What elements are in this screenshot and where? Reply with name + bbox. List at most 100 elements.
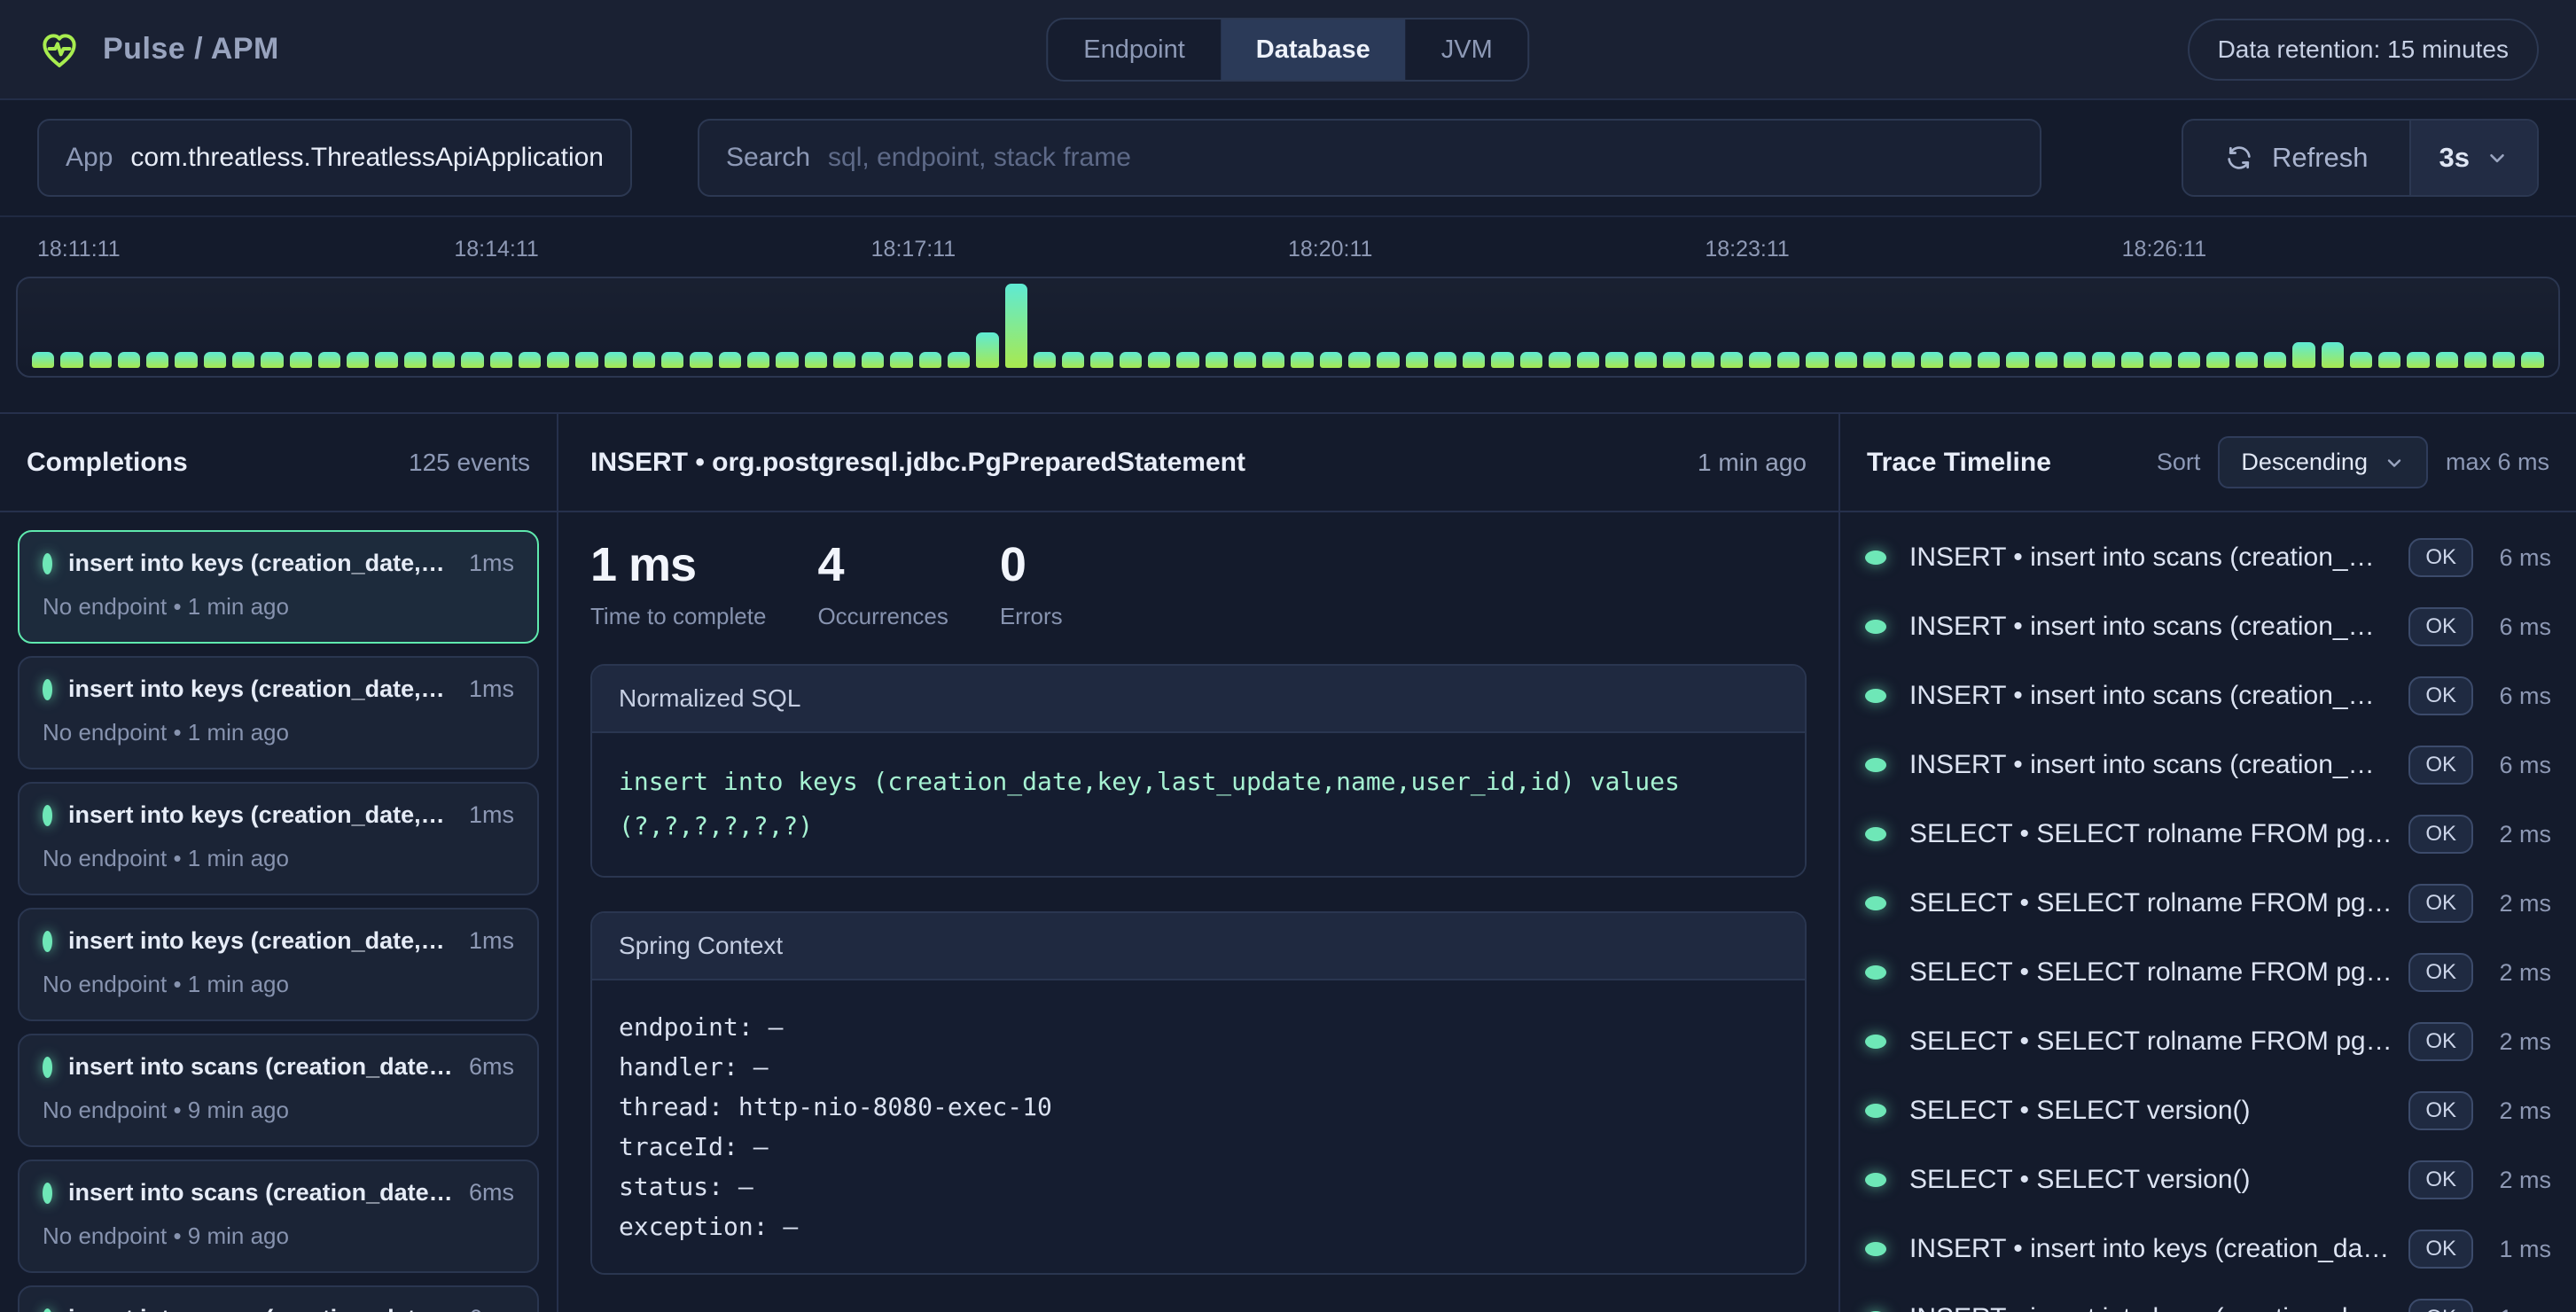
stat-value: 0: [1000, 537, 1063, 592]
trace-row[interactable]: INSERT • insert into keys (creation_da… …: [1865, 1284, 2551, 1312]
tab[interactable]: Endpoint: [1048, 20, 1221, 80]
context-line: status: –: [619, 1167, 1778, 1207]
trace-row[interactable]: SELECT • SELECT rolname FROM pg_r… OK 2 …: [1865, 869, 2551, 938]
trace-row[interactable]: SELECT • SELECT rolname FROM pg_r… OK 2 …: [1865, 800, 2551, 869]
completion-card[interactable]: insert into keys (creation_date,key,l… 1…: [18, 782, 539, 895]
trace-row[interactable]: INSERT • insert into scans (creation_… O…: [1865, 730, 2551, 800]
completion-card[interactable]: insert into scans (creation_date,en… 6ms…: [18, 1285, 539, 1312]
completion-card[interactable]: insert into keys (creation_date,key,l… 1…: [18, 530, 539, 644]
completion-card-top: insert into keys (creation_date,key,l… 1…: [43, 927, 514, 955]
tab[interactable]: Database: [1221, 20, 1406, 80]
trace-row[interactable]: SELECT • SELECT rolname FROM pg_r… OK 2 …: [1865, 1007, 2551, 1076]
trace-duration: 6 ms: [2473, 752, 2551, 779]
completion-meta: No endpoint • 1 min ago: [43, 845, 514, 872]
trace-duration: 6 ms: [2473, 613, 2551, 641]
trace-label: INSERT • insert into scans (creation_…: [1909, 543, 2396, 573]
stat-block: 1 ms Time to complete: [590, 537, 766, 630]
sort-label: Sort: [2157, 449, 2201, 476]
completion-query: insert into keys (creation_date,key,l…: [68, 550, 453, 577]
stat-block: 0 Errors: [1000, 537, 1063, 630]
completions-header: Completions 125 events: [0, 414, 557, 512]
status-badge: OK: [2408, 815, 2473, 854]
completion-card-top: insert into keys (creation_date,key,l… 1…: [43, 676, 514, 703]
completion-duration: 1ms: [469, 927, 514, 955]
timeline-bar: [347, 352, 369, 368]
status-badge: OK: [2408, 1091, 2473, 1130]
trace-dot-icon: [1865, 1104, 1886, 1118]
status-badge: OK: [2408, 1022, 2473, 1061]
context-line: exception: –: [619, 1207, 1778, 1246]
timeline-bar: [919, 352, 941, 368]
detail-time-ago: 1 min ago: [1671, 449, 1807, 477]
trace-row[interactable]: INSERT • insert into scans (creation_… O…: [1865, 523, 2551, 592]
trace-row[interactable]: INSERT • insert into scans (creation_… O…: [1865, 592, 2551, 661]
trace-duration: 2 ms: [2473, 821, 2551, 848]
trace-dot-icon: [1865, 1173, 1886, 1187]
completion-query: insert into keys (creation_date,key,l…: [68, 801, 453, 829]
status-badge: OK: [2408, 953, 2473, 992]
spring-context-body: endpoint: – handler: – thread: http-nio-…: [592, 980, 1805, 1273]
timeline-bar: [1978, 352, 2000, 368]
refresh-interval-dropdown[interactable]: 3s: [2411, 121, 2537, 195]
trace-label: SELECT • SELECT rolname FROM pg_r…: [1909, 888, 2396, 918]
timeline-bar: [1949, 352, 1971, 368]
status-badge: OK: [2408, 676, 2473, 715]
timeline-bar: [1835, 352, 1857, 368]
trace-dot-icon: [1865, 758, 1886, 772]
context-line: endpoint: –: [619, 1007, 1778, 1047]
trace-dot-icon: [1865, 689, 1886, 703]
completion-card-top: insert into scans (creation_date,en… 6ms: [43, 1179, 514, 1207]
completion-card[interactable]: insert into keys (creation_date,key,l… 1…: [18, 656, 539, 769]
refresh-label: Refresh: [2272, 142, 2369, 174]
timeline-bar: [232, 352, 254, 368]
timeline-bar: [2035, 352, 2057, 368]
completion-query: insert into scans (creation_date,en…: [68, 1305, 453, 1312]
timeline-bar: [547, 352, 569, 368]
trace-duration: 2 ms: [2473, 890, 2551, 918]
trace-dot-icon: [1865, 1035, 1886, 1049]
refresh-icon: [2224, 143, 2254, 173]
timeline-bar: [948, 352, 970, 368]
app-selector-value: com.threatless.ThreatlessApiApplication: [130, 143, 604, 173]
context-line: thread: http-nio-8080-exec-10: [619, 1087, 1778, 1127]
timeline-bar: [1605, 352, 1628, 368]
trace-row[interactable]: SELECT • SELECT version() OK 2 ms: [1865, 1145, 2551, 1214]
time-tick-label: 18:14:11: [454, 237, 870, 262]
completion-meta: No endpoint • 9 min ago: [43, 1222, 514, 1250]
timeline-bar: [1577, 352, 1599, 368]
trace-row[interactable]: SELECT • SELECT rolname FROM pg_r… OK 2 …: [1865, 938, 2551, 1007]
timeline-bar: [290, 352, 312, 368]
timeline-bar: [433, 352, 455, 368]
refresh-button[interactable]: Refresh: [2183, 121, 2411, 195]
timeline-bar: [1663, 352, 1685, 368]
timeline-bar: [575, 352, 597, 368]
timeline-bar: [661, 352, 683, 368]
completion-duration: 6ms: [469, 1179, 514, 1207]
completions-panel: Completions 125 events insert into keys …: [0, 414, 558, 1312]
trace-duration: 1 ms: [2473, 1236, 2551, 1263]
completion-query: insert into keys (creation_date,key,l…: [68, 676, 453, 703]
trace-row[interactable]: SELECT • SELECT version() OK 2 ms: [1865, 1076, 2551, 1145]
page-title: Pulse / APM: [103, 32, 279, 66]
timeline-bar: [1291, 352, 1313, 368]
status-badge: OK: [2408, 884, 2473, 923]
stat-value: 1 ms: [590, 537, 766, 592]
completion-card[interactable]: insert into scans (creation_date,en… 6ms…: [18, 1160, 539, 1273]
sort-dropdown[interactable]: Descending: [2218, 436, 2428, 488]
search-input[interactable]: [828, 143, 2013, 173]
timeline-bar: [2493, 352, 2515, 368]
toolbar: App com.threatless.ThreatlessApiApplicat…: [0, 100, 2576, 217]
completion-card[interactable]: insert into scans (creation_date,en… 6ms…: [18, 1034, 539, 1147]
app-selector[interactable]: App com.threatless.ThreatlessApiApplicat…: [37, 119, 632, 197]
trace-row[interactable]: INSERT • insert into scans (creation_… O…: [1865, 661, 2551, 730]
sort-group: Sort Descending max 6 ms: [2157, 436, 2549, 488]
completion-card[interactable]: insert into keys (creation_date,key,l… 1…: [18, 908, 539, 1021]
trace-duration: 2 ms: [2473, 1097, 2551, 1125]
timeline-bar: [2092, 352, 2114, 368]
tab[interactable]: JVM: [1406, 20, 1528, 80]
status-dot-icon: [43, 1183, 52, 1204]
trace-row[interactable]: INSERT • insert into keys (creation_da… …: [1865, 1214, 2551, 1284]
context-line: handler: –: [619, 1047, 1778, 1087]
timeline-bar: [1691, 352, 1713, 368]
data-retention-badge: Data retention: 15 minutes: [2188, 19, 2539, 81]
